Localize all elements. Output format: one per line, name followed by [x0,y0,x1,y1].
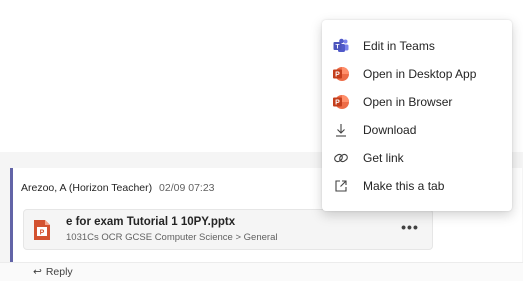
attachment-card[interactable]: P e for exam Tutorial 1 10PY.pptx 1031Cs… [23,209,433,250]
menu-item-download[interactable]: Download [322,116,512,144]
menu-item-open-in-desktop-app[interactable]: P Open in Desktop App [322,60,512,88]
menu-item-label: Open in Desktop App [363,67,477,81]
open-tab-icon [333,178,349,194]
more-options-button[interactable]: ••• [398,220,422,238]
menu-item-edit-in-teams[interactable]: T Edit in Teams [322,32,512,60]
link-icon [333,150,349,166]
attachment-context-menu: T Edit in Teams P Open in Desktop App P … [322,20,512,211]
powerpoint-icon: P [333,94,349,110]
svg-text:P: P [40,230,45,237]
reply-icon: ↩ [33,266,42,278]
post-header: Arezoo, A (Horizon Teacher) 02/09 07:23 [21,182,215,194]
svg-text:P: P [335,100,340,107]
svg-text:T: T [336,44,340,51]
menu-item-label: Download [363,123,417,137]
reply-button[interactable]: ↩ Reply [33,266,73,278]
download-icon [333,122,349,138]
menu-item-open-in-browser[interactable]: P Open in Browser [322,88,512,116]
menu-item-make-this-a-tab[interactable]: Make this a tab [322,172,512,200]
svg-text:P: P [335,72,340,79]
menu-item-label: Open in Browser [363,95,453,109]
menu-item-get-link[interactable]: Get link [322,144,512,172]
menu-item-label: Edit in Teams [363,39,435,53]
powerpoint-file-icon: P [34,220,50,240]
teams-icon: T [333,38,349,54]
reply-row: ↩ Reply [0,262,523,281]
menu-item-label: Get link [363,151,404,165]
attachment-path: 1031Cs OCR GCSE Computer Science > Gener… [66,232,278,243]
reply-label: Reply [45,266,73,278]
post-timestamp: 02/09 07:23 [159,182,215,194]
powerpoint-icon: P [333,66,349,82]
author-name[interactable]: Arezoo, A (Horizon Teacher) [21,182,152,194]
attachment-file-name[interactable]: e for exam Tutorial 1 10PY.pptx [66,216,235,228]
menu-item-label: Make this a tab [363,179,445,193]
